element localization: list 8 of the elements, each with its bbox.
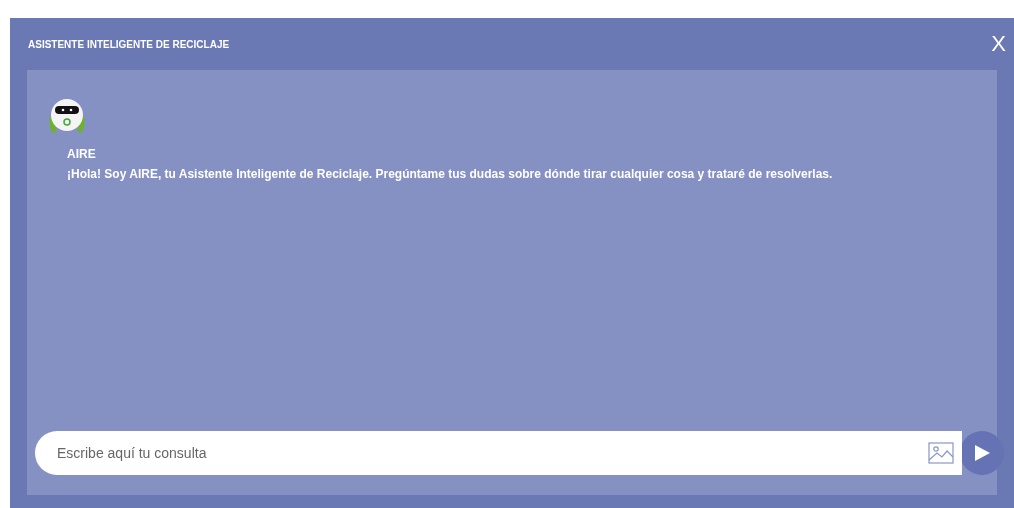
play-icon [973,444,991,462]
message-text: ¡Hola! Soy AIRE, tu Asistente Inteligente de Reciclaje. Pregúntame tus dudas sobre dónde tirar cualquier cosa y trataré de resolverlas. [67,166,834,183]
window-title: ASISTENTE INTELIGENTE DE RECICLAJE [28,37,230,52]
send-button[interactable] [960,431,1004,475]
image-icon[interactable] [928,442,954,464]
sender-name: AIRE [67,146,97,163]
close-button[interactable]: X [991,33,1006,55]
message-field[interactable]: Escribe aquí tu consulta [35,431,962,475]
